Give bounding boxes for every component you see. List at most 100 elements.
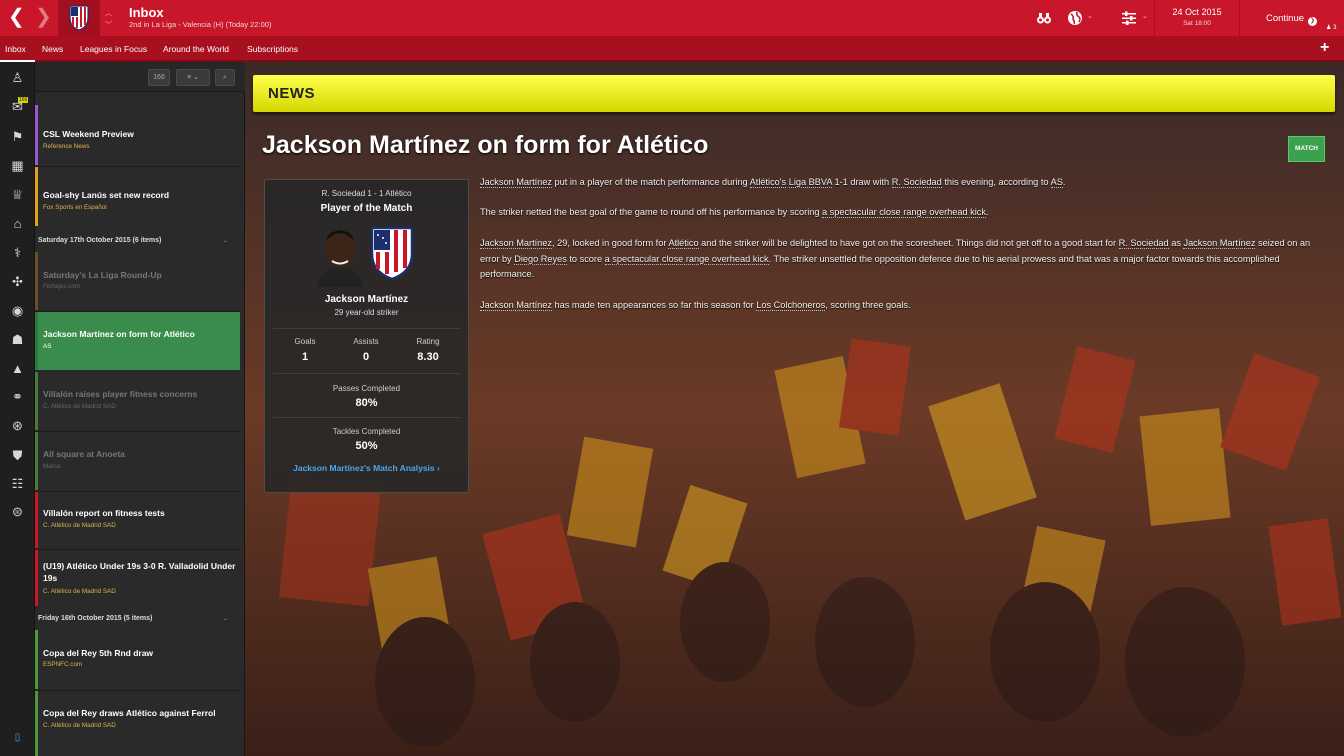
back-arrow-icon[interactable]: ❮ (8, 7, 25, 27)
tackles-label: Tackles Completed (332, 427, 401, 436)
player-link[interactable]: Diego Reyes (514, 253, 567, 265)
schedule-icon[interactable]: ▦ (9, 157, 26, 174)
list-item-source: C. Atlético de Madrid SAD (43, 588, 116, 595)
list-item-source: C. Atlético de Madrid SAD (43, 722, 116, 729)
player-photo[interactable] (313, 223, 367, 287)
club-link[interactable]: Atlético (668, 238, 699, 249)
training-icon[interactable]: ◉ (9, 302, 26, 319)
settings-sliders-icon[interactable] (1121, 10, 1137, 26)
list-menu-button[interactable]: ≡ ⌄ (176, 69, 210, 86)
tackles-value: 50% (355, 440, 378, 452)
assists-value: 0 (362, 351, 370, 363)
club-info-icon[interactable]: ⛊ (9, 447, 26, 464)
settings-dropdown-icon[interactable]: ⌄ (1142, 12, 1148, 20)
list-item-source: C. Atlético de Madrid SAD (43, 522, 116, 529)
club-nickname-link[interactable]: Los Colchoneros (756, 300, 826, 311)
collapse-chevron-icon[interactable]: ⌄ (223, 615, 228, 622)
phone-icon[interactable]: ▯ (9, 729, 26, 746)
chevron-right-icon: › (437, 463, 440, 473)
add-plus-icon[interactable]: + (1320, 39, 1329, 57)
club-icon[interactable]: ⌂ (9, 215, 26, 232)
tab-around-the-world[interactable]: Around the World (163, 44, 229, 54)
date-display[interactable]: 24 Oct 2015 Sat 18:00 (1154, 0, 1240, 36)
list-item[interactable]: Goal-shy Lanús set new record Fox Sports… (35, 167, 240, 226)
list-item[interactable]: All square at Anoeta Marca (35, 432, 240, 490)
notification-count-value: 3 (1333, 25, 1337, 31)
club-link[interactable]: R. Sociedad (891, 177, 942, 188)
staff-icon[interactable]: ⚕ (9, 244, 26, 261)
assists-stat: Assists 0 (336, 337, 396, 363)
chevron-down-icon[interactable]: ﹀ (105, 20, 112, 30)
globe-dropdown-icon[interactable]: ⌄ (1087, 12, 1093, 20)
competition-link[interactable]: Liga BBVA (788, 177, 832, 188)
divider (273, 328, 460, 329)
continue-arrow-icon: ❯ (1308, 17, 1318, 26)
list-item-source: Reference News (43, 143, 90, 150)
goal-link[interactable]: a spectacular close range overhead kick (822, 207, 986, 218)
player-link[interactable]: Jackson Martínez (480, 177, 552, 188)
player-link[interactable]: Jackson Martínez (1183, 238, 1256, 249)
match-score: R. Sociedad 1 - 1 Atlético (321, 189, 412, 198)
source-link[interactable]: AS (1050, 177, 1063, 188)
tab-subscriptions[interactable]: Subscriptions (247, 44, 298, 54)
list-item-title: All square at Anoeta (43, 449, 125, 459)
list-item[interactable]: Saturday's La Liga Round-Up Fichajes.com (35, 252, 240, 310)
globe-icon[interactable] (1067, 10, 1083, 26)
section-title: NEWS (268, 85, 315, 102)
person-icon: ♟ (1326, 25, 1332, 31)
match-analysis-link[interactable]: Jackson Martínez's Match Analysis › (265, 463, 468, 473)
match-tag-button[interactable]: MATCH (1288, 136, 1325, 162)
list-item[interactable]: Copa del Rey 5th Rnd draw ESPNFC.com (35, 630, 240, 689)
tab-news[interactable]: News (42, 44, 63, 54)
goals-stat: Goals 1 (275, 337, 335, 363)
rating-stat: Rating 8.30 (398, 337, 458, 363)
club-link[interactable]: Atlético's (749, 177, 787, 188)
continue-label: Continue (1266, 13, 1305, 24)
list-item[interactable]: (U19) Atlético Under 19s 3-0 R. Valladol… (35, 550, 240, 606)
search-button[interactable]: ⌕ (215, 69, 235, 86)
current-day-time: Sat 18:00 (1183, 20, 1211, 27)
tab-inbox[interactable]: Inbox (5, 44, 26, 54)
club-crest-button[interactable] (58, 0, 100, 36)
medical-icon[interactable]: ▲ (9, 360, 26, 377)
team-icon[interactable]: ☷ (9, 475, 26, 492)
binoculars-icon[interactable] (1036, 10, 1052, 26)
goal-link[interactable]: a spectacular close range overhead kick (604, 253, 769, 265)
player-link[interactable]: Jackson Martínez (480, 300, 552, 311)
scouting-icon[interactable]: ⚭ (9, 388, 26, 405)
list-item[interactable]: Villalón report on fitness tests C. Atlé… (35, 492, 240, 548)
article-paragraph: Jackson Martínez put in a player of the … (480, 177, 1066, 188)
list-item-source: Fox Sports en Español (43, 204, 107, 211)
collapse-chevron-icon[interactable]: ⌄ (223, 237, 228, 244)
assists-label: Assists (353, 337, 379, 346)
list-item-selected[interactable]: Jackson Martínez on form for Atlético AS (35, 312, 240, 370)
article-panel: NEWS Jackson Martínez on form for Atléti… (245, 62, 1344, 756)
message-count: 166 (148, 69, 170, 86)
manager-icon[interactable]: ♙ (9, 69, 26, 86)
page-subtitle: 2nd in La Liga - Valencia (H) (Today 22:… (129, 20, 272, 29)
competitions-icon[interactable]: ♕ (9, 186, 26, 203)
development-icon[interactable]: ☗ (9, 331, 26, 348)
list-item[interactable]: Copa del Rey draws Atlético against Ferr… (35, 691, 240, 756)
tab-leagues-in-focus[interactable]: Leagues in Focus (80, 44, 147, 54)
forward-arrow-icon[interactable]: ❯ (35, 7, 52, 27)
tactics-icon[interactable]: ✣ (9, 273, 26, 290)
list-item[interactable]: CSL Weekend Preview Reference News (35, 105, 240, 165)
date-group-header: Saturday 17th October 2015 (6 items) (38, 237, 162, 244)
transfers-icon[interactable]: ⊛ (9, 417, 26, 434)
notification-count[interactable]: ♟ 3 (1326, 24, 1336, 31)
article-paragraph: The striker netted the best goal of the … (480, 207, 989, 218)
player-name[interactable]: Jackson Martínez (265, 294, 468, 305)
list-item[interactable]: Villalón raises player fitness concerns … (35, 372, 240, 430)
list-item-title: Villalón raises player fitness concerns (43, 389, 198, 399)
search-icon: ⌕ (223, 74, 227, 81)
squad-icon[interactable]: ⚑ (9, 128, 26, 145)
club-link[interactable]: R. Sociedad (1118, 238, 1169, 249)
section-header: NEWS (253, 75, 1335, 112)
list-item-title: Saturday's La Liga Round-Up (43, 270, 162, 280)
finances-icon[interactable]: ⊜ (9, 503, 26, 520)
player-link[interactable]: Jackson Martínez (480, 238, 552, 249)
chevron-up-icon[interactable]: ︿ (105, 8, 112, 18)
page-title: Inbox (129, 5, 164, 20)
list-item-title: Jackson Martínez on form for Atlético (43, 329, 195, 339)
